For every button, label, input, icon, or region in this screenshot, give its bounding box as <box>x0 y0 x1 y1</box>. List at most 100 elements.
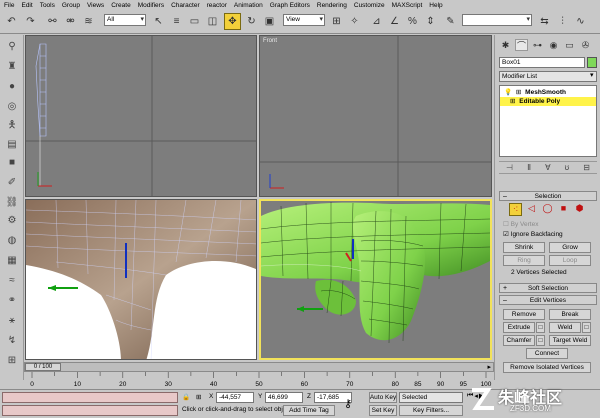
tool-bend-icon[interactable]: ↯ <box>4 333 20 347</box>
menu-rendering[interactable]: Rendering <box>317 2 347 9</box>
tool-render-icon[interactable]: ▦ <box>4 253 20 267</box>
tool-box-icon[interactable]: ■ <box>4 155 20 169</box>
ring-button[interactable]: Ring <box>503 255 545 266</box>
key-mode-dropdown[interactable]: Selected <box>399 392 463 403</box>
curve-editor-icon[interactable]: ∿ <box>572 13 589 30</box>
bind-space-warp-icon[interactable]: ≋ <box>80 13 97 30</box>
edge-level-icon[interactable]: ◁ <box>525 203 538 216</box>
object-color-swatch[interactable] <box>587 57 597 68</box>
time-slider[interactable]: 0 / 100 ▸ <box>24 362 494 372</box>
menu-graph-editors[interactable]: Graph Editors <box>270 2 310 9</box>
menu-maxscript[interactable]: MAXScript <box>392 2 423 9</box>
unlink-icon[interactable]: ⚮ <box>62 13 79 30</box>
stack-item-editable-poly[interactable]: ⊞ Editable Poly <box>500 97 596 106</box>
percent-snap-icon[interactable]: % <box>404 13 421 30</box>
snap-toggle-icon[interactable]: ⊿ <box>368 13 385 30</box>
tool-link-icon[interactable]: ⛓ <box>4 195 20 209</box>
tool-wave-icon[interactable]: ≈ <box>4 273 20 287</box>
stack-item-meshsmooth[interactable]: 💡 ⊞ MeshSmooth <box>500 88 596 97</box>
key-filters-button[interactable]: Key Filters... <box>399 405 463 416</box>
maxscript-listener-mini[interactable] <box>2 392 178 403</box>
auto-key-button[interactable]: Auto Key <box>369 392 397 403</box>
tool-bone-icon[interactable]: ⚲ <box>4 39 20 53</box>
modify-tab-icon[interactable]: ⌒ <box>515 39 528 51</box>
make-unique-icon[interactable]: ∀ <box>545 163 550 172</box>
by-vertex-checkbox[interactable]: ☐ By Vertex <box>503 220 538 228</box>
menu-modifiers[interactable]: Modifiers <box>138 2 164 9</box>
lock-selection-icon[interactable]: 🔒 <box>182 393 190 401</box>
pivot-center-icon[interactable]: ⊞ <box>328 13 345 30</box>
select-and-rotate-icon[interactable]: ↻ <box>243 13 260 30</box>
utilities-tab-icon[interactable]: ✇ <box>579 39 592 51</box>
menu-views[interactable]: Views <box>87 2 104 9</box>
show-end-result-icon[interactable]: Ⅱ <box>527 163 531 172</box>
pin-stack-icon[interactable]: ⊣ <box>506 163 513 172</box>
selection-filter-dropdown[interactable]: All <box>104 14 146 26</box>
tool-biped-icon[interactable]: ♜ <box>4 59 20 73</box>
tool-joint-icon[interactable]: ⚭ <box>4 293 20 307</box>
tool-layer-icon[interactable]: ▤ <box>4 137 20 151</box>
element-level-icon[interactable]: ⬢ <box>573 203 586 216</box>
select-link-icon[interactable]: ⚯ <box>44 13 61 30</box>
tool-gear-icon[interactable]: ⚙ <box>4 213 20 227</box>
create-tab-icon[interactable]: ✱ <box>499 39 512 51</box>
expand-icon[interactable]: ⊞ <box>516 89 521 96</box>
target-weld-button[interactable]: Target Weld <box>549 335 591 346</box>
light-bulb-icon[interactable]: 💡 <box>504 89 512 96</box>
shrink-button[interactable]: Shrink <box>503 242 545 253</box>
viewport-top-left[interactable] <box>25 35 257 197</box>
extrude-settings-button[interactable]: □ <box>536 322 545 333</box>
menu-help[interactable]: Help <box>429 2 442 9</box>
polygon-level-icon[interactable]: ■ <box>557 203 570 216</box>
reference-coordinate-dropdown[interactable]: View <box>283 14 325 26</box>
object-name-field[interactable]: Box01 <box>499 57 585 68</box>
spinner-snap-icon[interactable]: ⇕ <box>422 13 439 30</box>
viewport-front[interactable]: Front <box>259 35 492 197</box>
weld-settings-button[interactable]: □ <box>582 322 591 333</box>
menu-animation[interactable]: Animation <box>234 2 263 9</box>
redo-icon[interactable]: ↷ <box>22 13 39 30</box>
break-button[interactable]: Break <box>549 309 591 320</box>
time-slider-thumb[interactable]: 0 / 100 <box>25 363 61 371</box>
soft-selection-rollout-header[interactable]: + Soft Selection <box>499 283 597 293</box>
loop-button[interactable]: Loop <box>549 255 591 266</box>
named-selection-icon[interactable]: ✎ <box>442 13 459 30</box>
tool-figure-icon[interactable]: 🯅 <box>4 119 20 133</box>
chamfer-button[interactable]: Chamfer <box>503 335 535 346</box>
menu-customize[interactable]: Customize <box>354 2 385 9</box>
add-time-tag-button[interactable]: Add Time Tag <box>283 405 335 416</box>
select-and-move-icon[interactable]: ✥ <box>224 13 241 30</box>
remove-isolated-vertices-button[interactable]: Remove Isolated Vertices <box>503 362 591 373</box>
select-manipulate-icon[interactable]: ✧ <box>346 13 363 30</box>
ignore-backfacing-checkbox[interactable]: ☑ Ignore Backfacing <box>503 230 563 238</box>
menu-file[interactable]: File <box>4 2 14 9</box>
remove-modifier-icon[interactable]: ʊ <box>565 163 570 172</box>
tool-grid-icon[interactable]: ⊞ <box>4 353 20 367</box>
selection-rollout-header[interactable]: – Selection <box>499 191 597 201</box>
select-by-name-icon[interactable]: ≡ <box>168 13 185 30</box>
tool-sphere-icon[interactable]: ● <box>4 79 20 93</box>
mirror-icon[interactable]: ⇆ <box>536 13 553 30</box>
menu-create[interactable]: Create <box>111 2 131 9</box>
hierarchy-tab-icon[interactable]: ⊶ <box>531 39 544 51</box>
x-coord-field[interactable]: -44,557 <box>216 392 254 403</box>
edit-vertices-rollout-header[interactable]: – Edit Vertices <box>499 295 597 305</box>
vertex-level-icon[interactable]: ·: <box>509 203 522 216</box>
named-selection-sets-dropdown[interactable] <box>462 14 532 26</box>
motion-tab-icon[interactable]: ◉ <box>547 39 560 51</box>
tool-globe-icon[interactable]: ◍ <box>4 233 20 247</box>
set-key-button[interactable]: Set Key <box>369 405 397 416</box>
menu-tools[interactable]: Tools <box>40 2 55 9</box>
tool-paint-icon[interactable]: ✐ <box>4 175 20 189</box>
modifier-list-dropdown[interactable]: Modifier List <box>499 71 597 82</box>
configure-sets-icon[interactable]: ⊟ <box>583 163 590 172</box>
viewport-perspective-shaded-active[interactable] <box>259 199 492 360</box>
grow-button[interactable]: Grow <box>549 242 591 253</box>
remove-button[interactable]: Remove <box>503 309 545 320</box>
absolute-mode-icon[interactable]: ⊞ <box>196 393 201 401</box>
align-icon[interactable]: ⫶ <box>554 13 571 30</box>
chamfer-settings-button[interactable]: □ <box>536 335 545 346</box>
connect-button[interactable]: Connect <box>526 348 568 359</box>
menu-edit[interactable]: Edit <box>21 2 32 9</box>
select-object-icon[interactable]: ↖ <box>150 13 167 30</box>
